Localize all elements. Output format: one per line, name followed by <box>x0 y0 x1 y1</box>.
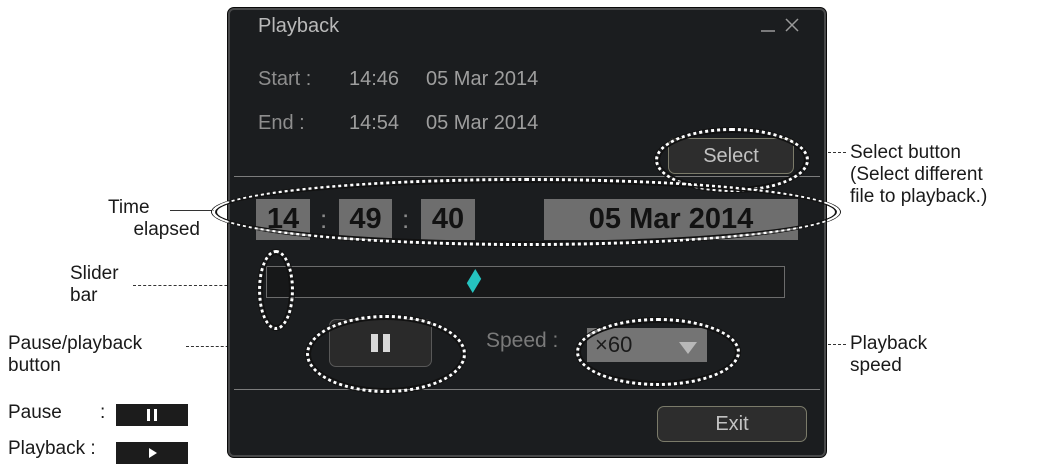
callout-select-line1: Select button <box>850 142 961 163</box>
callout-time-elapsed-line2: elapsed <box>133 219 200 240</box>
legend-pause-colon: : <box>100 402 106 423</box>
end-date: 05 Mar 2014 <box>426 112 539 134</box>
legend-pause: Pause <box>8 402 62 424</box>
exit-button[interactable]: Exit <box>657 406 807 442</box>
callout-pause-line2: button <box>8 355 61 376</box>
title-bar[interactable]: Playback <box>230 10 824 40</box>
highlight-time-elapsed <box>212 178 840 246</box>
speed-label: Speed : <box>486 329 559 352</box>
playback-slider[interactable] <box>266 266 785 298</box>
divider-bottom <box>234 389 820 390</box>
callout-select-line2: (Select different <box>850 164 983 185</box>
exit-button-label: Exit <box>715 413 749 435</box>
window-title: Playback <box>258 15 340 37</box>
highlight-pause <box>306 315 466 393</box>
callout-speed-line1: Playback <box>850 333 928 354</box>
callout-slider-line1: Slider <box>70 263 119 284</box>
callout-pause-line1: Pause/playback <box>8 333 143 354</box>
end-time: 14:54 <box>349 112 400 134</box>
start-label: Start : <box>258 68 312 90</box>
play-legend-icon <box>116 442 188 464</box>
callout-time-elapsed: Time elapsed <box>108 197 200 241</box>
end-label: End : <box>258 112 305 134</box>
callout-slider-line2: bar <box>70 285 98 306</box>
callout-select-line3: file to playback.) <box>850 186 988 207</box>
minimize-icon[interactable] <box>758 15 778 40</box>
start-date: 05 Mar 2014 <box>426 68 539 90</box>
legend-playback: Playback : <box>8 438 96 459</box>
pause-legend-icon <box>116 404 188 426</box>
highlight-slider <box>258 250 294 330</box>
callout-speed-line2: speed <box>850 355 902 376</box>
callout-speed: Playback speed <box>850 333 927 377</box>
start-time: 14:46 <box>349 68 400 90</box>
legend-pause-label: Pause <box>8 402 62 423</box>
callout-slider: Slider bar <box>70 263 119 307</box>
callout-select: Select button (Select different file to … <box>850 142 987 208</box>
callout-pause-button: Pause/playback button <box>8 333 142 377</box>
slider-thumb[interactable] <box>466 268 482 294</box>
callout-time-elapsed-leader <box>170 210 214 211</box>
highlight-speed <box>576 318 740 386</box>
callout-time-elapsed-line1: Time <box>108 197 150 218</box>
close-icon[interactable] <box>782 15 802 40</box>
